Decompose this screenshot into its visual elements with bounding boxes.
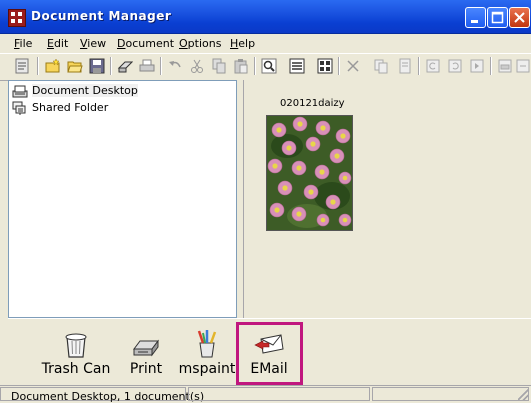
menu-edit-label: dit xyxy=(53,37,69,50)
mspaint-button[interactable]: mspaint xyxy=(174,319,240,385)
menu-help-label: elp xyxy=(238,37,256,50)
maximize-icon xyxy=(488,8,507,27)
menu-view[interactable]: View xyxy=(80,37,106,50)
tree-item-label: Shared Folder xyxy=(32,101,109,114)
document-pane[interactable]: 020121daizy xyxy=(243,80,531,318)
folder-tree[interactable]: Document Desktop Shared Folder xyxy=(8,80,237,318)
find-icon[interactable] xyxy=(261,58,277,74)
toolbar-separator xyxy=(37,57,39,75)
page-icon[interactable] xyxy=(397,58,413,74)
menu-document[interactable]: Document xyxy=(117,37,174,50)
menu-file-label: ile xyxy=(19,37,33,50)
menu-options-accel: O xyxy=(179,37,188,50)
menu-edit[interactable]: Edit xyxy=(47,37,68,50)
status-text: Document Desktop, 1 document(s) xyxy=(11,390,205,403)
title-bar[interactable]: Document Manager xyxy=(0,0,531,34)
minimize-button[interactable] xyxy=(465,7,486,28)
toolbar-separator xyxy=(418,57,420,75)
email-highlight-box xyxy=(236,322,303,385)
paste-icon[interactable] xyxy=(233,58,249,74)
menu-file[interactable]: File xyxy=(14,37,32,50)
trash-can-label: Trash Can xyxy=(41,361,111,377)
trash-can-icon xyxy=(60,329,92,359)
status-bar: Document Desktop, 1 document(s) xyxy=(0,385,531,403)
status-cell-main: Document Desktop, 1 document(s) xyxy=(0,387,204,403)
minimize-icon xyxy=(466,8,485,27)
thumbnail-view-icon[interactable] xyxy=(317,58,333,74)
toolbar-separator xyxy=(254,57,256,75)
mspaint-label: mspaint xyxy=(178,361,236,377)
app-icon xyxy=(8,9,26,27)
menu-document-label: ocument xyxy=(125,37,175,50)
copy-page-icon[interactable] xyxy=(373,58,389,74)
scan-icon[interactable] xyxy=(117,58,133,74)
save-icon[interactable] xyxy=(89,58,105,74)
trash-can-button[interactable]: Trash Can xyxy=(38,319,114,385)
menu-bar: File Edit View Document Options Help xyxy=(0,34,531,52)
properties-icon[interactable] xyxy=(14,58,30,74)
details-view-icon[interactable] xyxy=(289,58,305,74)
menu-help[interactable]: Help xyxy=(230,37,255,50)
tree-item-document-desktop[interactable]: Document Desktop xyxy=(12,83,212,99)
document-thumbnail[interactable] xyxy=(266,115,353,231)
window-title: Document Manager xyxy=(31,9,172,23)
menu-options-label: ptions xyxy=(187,37,222,50)
network-folder-icon xyxy=(12,100,28,116)
desktop-tray-icon xyxy=(12,83,28,99)
rotate-left-icon[interactable] xyxy=(425,58,441,74)
print-icon[interactable] xyxy=(139,58,155,74)
toolbar-separator xyxy=(338,57,340,75)
toolbar-separator xyxy=(490,57,492,75)
close-icon xyxy=(510,8,529,27)
menu-options[interactable]: Options xyxy=(179,37,221,50)
new-folder-icon[interactable] xyxy=(45,58,61,74)
toolbar-separator xyxy=(160,57,162,75)
delete-icon[interactable] xyxy=(345,58,361,74)
copy-icon[interactable] xyxy=(211,58,227,74)
rotate-right-icon[interactable] xyxy=(447,58,463,74)
print-button[interactable]: Print xyxy=(120,319,172,385)
print-label: Print xyxy=(129,361,163,377)
next-page-icon[interactable] xyxy=(469,58,485,74)
cut-icon[interactable] xyxy=(189,58,205,74)
status-cell-3 xyxy=(372,387,529,401)
open-folder-icon[interactable] xyxy=(67,58,83,74)
menu-edit-accel: E xyxy=(47,37,54,50)
maximize-button[interactable] xyxy=(487,7,508,28)
menu-view-label: iew xyxy=(87,37,107,50)
tree-item-label: Document Desktop xyxy=(32,84,138,97)
document-name: 020121daizy xyxy=(280,98,345,109)
status-cell-2 xyxy=(188,387,370,401)
export-icon[interactable] xyxy=(515,58,531,74)
tree-item-shared-folder[interactable]: Shared Folder xyxy=(12,100,212,116)
print-page-icon[interactable] xyxy=(497,58,513,74)
document-manager-window: Document Manager File Edit View Document… xyxy=(0,0,531,403)
resize-grip-icon[interactable] xyxy=(518,389,529,400)
toolbar xyxy=(0,53,531,81)
flower-photo-thumbnail xyxy=(267,116,352,230)
printer-icon xyxy=(130,329,162,359)
paint-brushes-icon xyxy=(191,329,223,359)
close-button[interactable] xyxy=(509,7,530,28)
undo-icon[interactable] xyxy=(167,58,183,74)
toolbar-separator xyxy=(110,57,112,75)
